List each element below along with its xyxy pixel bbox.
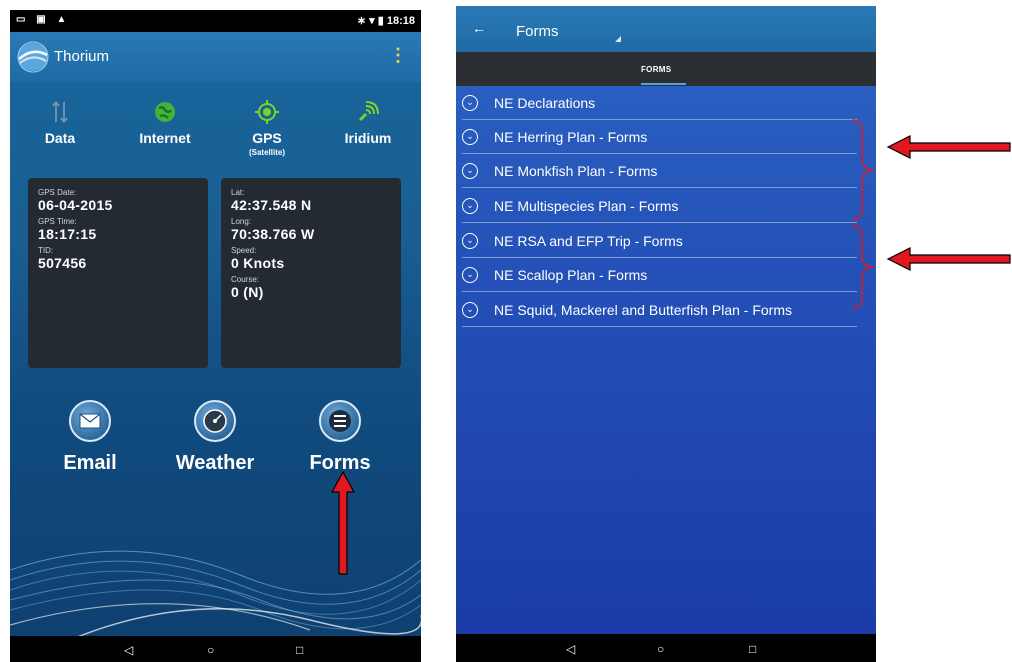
home-screen: ▭ ▣ ▲ ∗ ▾ ▮ 18:18 Thorium ⋮ Data Interne… bbox=[10, 10, 421, 662]
chevron-down-icon: ⌄ bbox=[462, 163, 478, 179]
connection-status-row: Data Internet GPS (Satellite) Iridium bbox=[10, 96, 421, 176]
forms-title: Forms bbox=[516, 23, 559, 40]
status-sublabel: (Satellite) bbox=[248, 148, 285, 157]
status-internet[interactable]: Internet bbox=[125, 96, 205, 146]
form-item-squid-mackerel-butterfish[interactable]: ⌄ NE Squid, Mackerel and Butterfish Plan… bbox=[456, 293, 871, 327]
gps-crosshair-icon bbox=[255, 100, 279, 124]
gauge-icon bbox=[194, 400, 236, 442]
bluetooth-icon: ∗ bbox=[356, 15, 367, 27]
chevron-down-icon: ⌄ bbox=[462, 267, 478, 283]
gps-time-value: 18:17:15 bbox=[38, 226, 97, 242]
gps-date-label: GPS Date: bbox=[38, 188, 77, 197]
overflow-menu-icon[interactable]: ⋮ bbox=[389, 46, 407, 64]
tab-indicator bbox=[641, 83, 686, 85]
course-label: Course: bbox=[231, 275, 260, 284]
divider bbox=[462, 222, 857, 223]
list-icon bbox=[319, 400, 361, 442]
wifi-icon: ▾ bbox=[369, 15, 375, 27]
envelope-icon bbox=[69, 400, 111, 442]
weather-button[interactable]: Weather bbox=[160, 400, 270, 475]
notification-icons: ▭ ▣ ▲ bbox=[16, 14, 71, 25]
status-data[interactable]: Data bbox=[20, 96, 100, 146]
chevron-down-icon: ⌄ bbox=[462, 129, 478, 145]
forms-screen: ← Forms FORMS ⌄ NE Declarations ⌄ NE Her… bbox=[456, 6, 876, 662]
form-item-multispecies[interactable]: ⌄ NE Multispecies Plan - Forms bbox=[456, 189, 871, 223]
forms-button[interactable]: Forms bbox=[285, 400, 395, 475]
form-item-monkfish[interactable]: ⌄ NE Monkfish Plan - Forms bbox=[456, 154, 871, 188]
status-label: Iridium bbox=[344, 130, 392, 146]
dropdown-caret-icon[interactable] bbox=[615, 36, 621, 42]
divider bbox=[462, 187, 857, 188]
form-item-label: NE Monkfish Plan - Forms bbox=[494, 163, 658, 179]
annotation-brace-bottom bbox=[851, 225, 875, 309]
chevron-down-icon: ⌄ bbox=[462, 198, 478, 214]
back-nav-icon[interactable]: ◁ bbox=[124, 643, 133, 657]
form-item-label: NE Herring Plan - Forms bbox=[494, 129, 648, 145]
chevron-down-icon: ⌄ bbox=[462, 302, 478, 318]
recents-nav-icon[interactable]: □ bbox=[296, 643, 303, 657]
form-item-ne-declarations[interactable]: ⌄ NE Declarations bbox=[456, 86, 871, 120]
thorium-logo bbox=[17, 41, 49, 73]
form-item-rsa-efp[interactable]: ⌄ NE RSA and EFP Trip - Forms bbox=[456, 224, 871, 258]
tid-label: TID: bbox=[38, 246, 54, 255]
gps-time-label: GPS Time: bbox=[38, 217, 77, 226]
email-button[interactable]: Email bbox=[35, 400, 145, 475]
lat-label: Lat: bbox=[231, 188, 245, 197]
forms-app-bar: ← Forms bbox=[456, 6, 876, 52]
lat-value: 42:37.548 N bbox=[231, 197, 312, 213]
app-bar: Thorium ⋮ bbox=[10, 32, 421, 82]
globe-icon bbox=[155, 102, 175, 122]
wave-decoration bbox=[10, 550, 421, 640]
annotation-arrow-up bbox=[330, 470, 356, 575]
gps-date-value: 06-04-2015 bbox=[38, 197, 113, 213]
clock: 18:18 bbox=[386, 15, 415, 27]
weather-label: Weather bbox=[175, 452, 255, 474]
annotation-arrow-left-top bbox=[886, 135, 1011, 159]
chevron-down-icon: ⌄ bbox=[462, 233, 478, 249]
home-nav-icon[interactable]: ○ bbox=[657, 642, 664, 656]
form-item-label: NE Squid, Mackerel and Butterfish Plan -… bbox=[494, 302, 793, 318]
back-arrow-icon[interactable]: ← bbox=[472, 20, 486, 36]
tab-forms[interactable]: FORMS bbox=[641, 65, 671, 74]
home-nav-icon[interactable]: ○ bbox=[207, 643, 214, 657]
status-iridium[interactable]: Iridium bbox=[328, 96, 408, 146]
tab-bar: FORMS bbox=[456, 52, 876, 86]
tid-value: 507456 bbox=[38, 255, 87, 271]
long-label: Long: bbox=[231, 217, 252, 226]
status-bar: ▭ ▣ ▲ ∗ ▾ ▮ 18:18 bbox=[10, 10, 421, 32]
status-label: GPS bbox=[252, 130, 282, 146]
gps-info-card: GPS Date: 06-04-2015 GPS Time: 18:17:15 … bbox=[28, 178, 208, 368]
position-info-card: Lat: 42:37.548 N Long: 70:38.766 W Speed… bbox=[221, 178, 401, 368]
data-arrows-icon bbox=[52, 101, 68, 123]
annotation-arrow-left-bottom bbox=[886, 247, 1011, 271]
long-value: 70:38.766 W bbox=[231, 226, 315, 242]
form-item-herring[interactable]: ⌄ NE Herring Plan - Forms bbox=[456, 120, 871, 154]
speed-value: 0 Knots bbox=[231, 255, 285, 271]
speed-label: Speed: bbox=[231, 246, 257, 255]
form-item-scallop[interactable]: ⌄ NE Scallop Plan - Forms bbox=[456, 258, 871, 292]
recents-nav-icon[interactable]: □ bbox=[749, 642, 756, 656]
divider bbox=[462, 291, 857, 292]
status-gps[interactable]: GPS (Satellite) bbox=[227, 96, 307, 157]
form-item-label: NE Multispecies Plan - Forms bbox=[494, 198, 679, 214]
email-label: Email bbox=[63, 452, 117, 474]
satellite-dish-icon bbox=[358, 101, 379, 122]
divider bbox=[462, 326, 857, 327]
annotation-brace-top bbox=[851, 119, 875, 221]
back-nav-icon[interactable]: ◁ bbox=[566, 642, 575, 656]
app-title: Thorium bbox=[54, 48, 110, 65]
status-label: Data bbox=[44, 130, 76, 146]
form-item-label: NE Declarations bbox=[494, 95, 596, 111]
form-item-label: NE Scallop Plan - Forms bbox=[494, 267, 648, 283]
status-label: Internet bbox=[139, 130, 191, 146]
battery-icon: ▮ bbox=[377, 15, 384, 27]
navigation-bar: ◁ ○ □ bbox=[10, 636, 421, 662]
form-item-label: NE RSA and EFP Trip - Forms bbox=[494, 233, 683, 249]
course-value: 0 (N) bbox=[231, 284, 264, 300]
chevron-down-icon: ⌄ bbox=[462, 95, 478, 111]
navigation-bar: ◁ ○ □ bbox=[456, 634, 876, 662]
